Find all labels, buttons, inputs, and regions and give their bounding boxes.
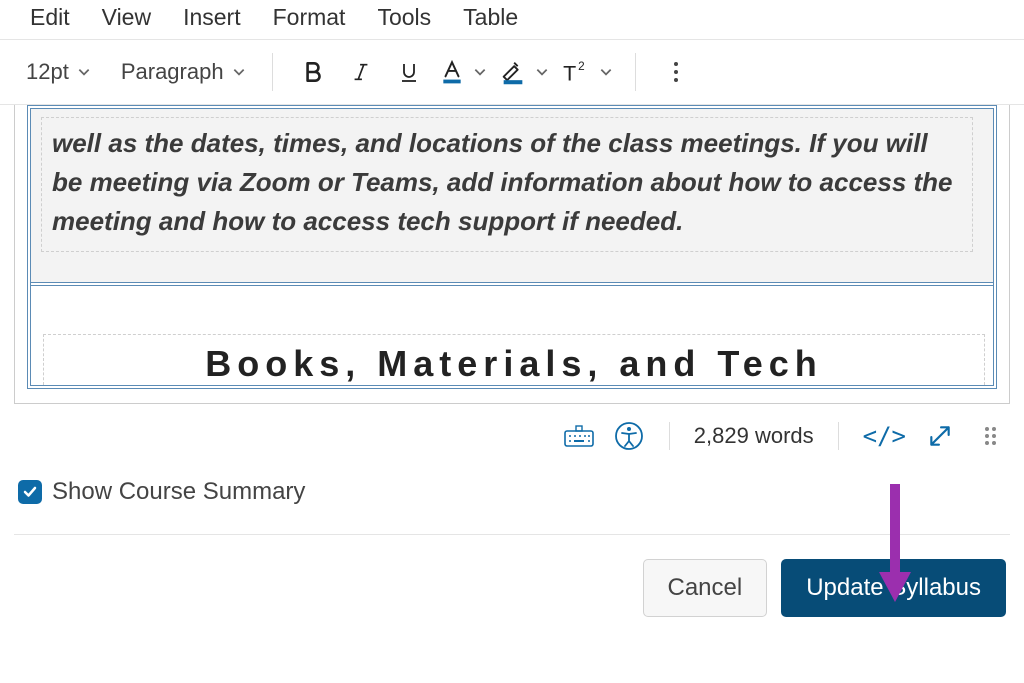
chevron-down-icon: [232, 65, 246, 79]
chevron-down-icon: [599, 65, 613, 79]
table-cell: Books, Materials, and Tech: [31, 292, 993, 385]
expand-icon: [927, 423, 953, 449]
menu-tools[interactable]: Tools: [361, 4, 447, 31]
guidance-box: well as the dates, times, and locations …: [41, 117, 973, 252]
editor-content-area[interactable]: well as the dates, times, and locations …: [14, 105, 1010, 404]
resize-handle[interactable]: [974, 420, 1006, 452]
menu-table[interactable]: Table: [447, 4, 534, 31]
accessibility-icon: [614, 421, 644, 451]
section-heading[interactable]: Books, Materials, and Tech: [44, 343, 984, 385]
accessibility-checker-button[interactable]: [613, 420, 645, 452]
table-divider: [31, 282, 993, 292]
fullscreen-button[interactable]: [924, 420, 956, 452]
font-size-select[interactable]: 12pt: [18, 55, 99, 89]
superscript-icon: T 2: [561, 58, 591, 86]
grip-icon: [985, 427, 996, 445]
editor-toolbar: 12pt Paragraph T 2: [0, 40, 1024, 105]
editor-menubar: Edit View Insert Format Tools Table: [0, 0, 1024, 40]
menu-view[interactable]: View: [86, 4, 167, 31]
highlight-button[interactable]: [495, 57, 553, 87]
italic-button[interactable]: [339, 50, 383, 94]
table-cell: well as the dates, times, and locations …: [31, 109, 993, 282]
check-icon: [22, 484, 38, 500]
cancel-button[interactable]: Cancel: [643, 559, 768, 617]
underline-icon: [397, 58, 421, 86]
superscript-button[interactable]: T 2: [557, 58, 617, 86]
show-summary-label: Show Course Summary: [52, 478, 305, 506]
toolbar-separator: [272, 53, 273, 91]
editor-statusbar: 2,829 words </>: [0, 404, 1024, 460]
svg-text:T: T: [563, 62, 576, 86]
keyboard-shortcuts-button[interactable]: [563, 420, 595, 452]
keyboard-icon: [564, 425, 594, 447]
word-count: 2,829 words: [694, 423, 814, 449]
options-row: Show Course Summary: [0, 460, 1024, 534]
update-syllabus-button[interactable]: Update Syllabus: [781, 559, 1006, 617]
show-summary-checkbox[interactable]: [18, 480, 42, 504]
status-separator: [669, 422, 670, 450]
block-format-select[interactable]: Paragraph: [113, 55, 254, 89]
menu-format[interactable]: Format: [257, 4, 362, 31]
html-editor-toggle[interactable]: </>: [863, 422, 906, 450]
action-buttons: Cancel Update Syllabus: [0, 535, 1024, 617]
kebab-icon: [673, 60, 679, 84]
underline-button[interactable]: [387, 50, 431, 94]
status-separator: [838, 422, 839, 450]
bold-button[interactable]: [291, 50, 335, 94]
font-color-icon: [439, 57, 465, 87]
toolbar-separator: [635, 53, 636, 91]
chevron-down-icon: [77, 65, 91, 79]
font-color-button[interactable]: [435, 57, 491, 87]
block-format-value: Paragraph: [121, 59, 224, 85]
chevron-down-icon: [473, 65, 487, 79]
bold-icon: [300, 59, 326, 85]
content-table: well as the dates, times, and locations …: [27, 105, 997, 389]
font-size-value: 12pt: [26, 59, 69, 85]
chevron-down-icon: [535, 65, 549, 79]
menu-insert[interactable]: Insert: [167, 4, 257, 31]
highlighter-icon: [499, 57, 527, 87]
heading-box: Books, Materials, and Tech: [43, 334, 985, 385]
italic-icon: [350, 59, 372, 85]
menu-edit[interactable]: Edit: [14, 4, 86, 31]
guidance-text[interactable]: well as the dates, times, and locations …: [52, 124, 962, 241]
more-options-button[interactable]: [654, 50, 698, 94]
svg-text:2: 2: [578, 60, 585, 73]
